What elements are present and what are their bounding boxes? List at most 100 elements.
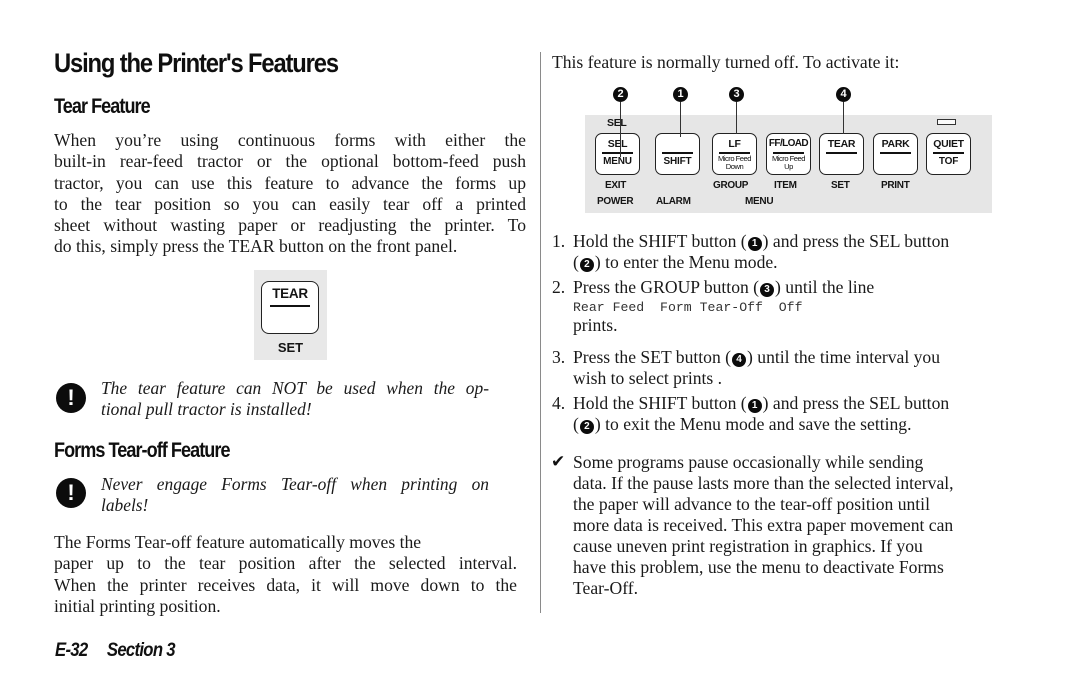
quiet-tof-key: QUIET TOF [926, 133, 971, 175]
step-2: 2. Press the GROUP button (3) until the … [552, 277, 1022, 341]
paragraph-line: to the tear position so you can easily t… [54, 193, 526, 214]
step-text: Press the GROUP button (3) until the lin… [573, 277, 874, 336]
ff-load-key: FF/LOAD Micro Feed Up [766, 133, 811, 175]
key-top-label: FF/LOAD [768, 138, 809, 149]
tip-line: more data is received. This extra paper … [573, 515, 954, 535]
page-footer: E-32 Section 3 [55, 640, 176, 662]
tear-button-illustration: TEAR SET [254, 270, 327, 360]
section-label: Section 3 [106, 640, 176, 661]
activation-intro: This feature is normally turned off. To … [552, 52, 900, 72]
park-key: PARK [873, 133, 918, 175]
group-label: GROUP [713, 180, 749, 191]
step-number: 1. [552, 231, 566, 251]
step-3: 3. Press the SET button (4) until the ti… [552, 347, 1022, 391]
tip-line: have this problem, use the menu to deact… [573, 557, 944, 577]
step-text-part: ) to enter the Menu mode. [594, 252, 778, 272]
item-label: ITEM [774, 180, 797, 191]
key-bar [662, 152, 693, 154]
step-number: 4. [552, 393, 566, 413]
tip-line: cause uneven print registration in graph… [573, 536, 923, 556]
step-text-part: ( [573, 252, 579, 272]
step-text-part: Press the GROUP button ( [573, 277, 760, 297]
step-text-part: prints. [573, 315, 618, 335]
key-top-label: QUIET [933, 138, 964, 150]
step-text-part: ) until the time interval you [747, 347, 941, 367]
callout-1-icon: 1 [673, 87, 688, 102]
callout-1-leader [680, 102, 681, 137]
step-text-part: ( [573, 414, 579, 434]
set-label: SET [831, 180, 850, 191]
step-text-part: ) and press the SEL button [762, 231, 950, 251]
shift-key: SHIFT [655, 133, 700, 175]
column-divider [540, 52, 541, 613]
tear-key-bar [270, 305, 310, 307]
key-bar [933, 152, 964, 154]
callout-1-icon: 1 [747, 399, 762, 413]
sel-indicator-label: SEL [607, 117, 627, 129]
key-small-line: Up [784, 162, 793, 171]
forms-tearoff-warning-note: Never engage Forms Tear-off when printin… [101, 474, 489, 516]
key-bottom-label: TOF [938, 156, 959, 167]
step-text-part: ) and press the SEL button [762, 393, 950, 413]
paragraph-line: do this, simply press the TEAR button on… [54, 236, 458, 257]
step-text-part: ) until the line [775, 277, 875, 297]
checkmark-icon: ✔ [551, 452, 566, 472]
tip-line: the paper will advance to the tear-off p… [573, 494, 930, 514]
note-line: Never engage Forms Tear-off when printin… [101, 474, 489, 494]
step-text-part: Hold the SHIFT button ( [573, 231, 747, 251]
page-number: E-32 [55, 640, 88, 661]
note-line: tional pull tractor is installed! [101, 399, 312, 419]
tear-key-label: TEAR [272, 286, 308, 301]
lf-key: LF Micro Feed Down [712, 133, 757, 175]
callout-4-icon: 4 [732, 353, 747, 367]
step-number: 3. [552, 347, 566, 367]
key-top-label: LF [728, 138, 741, 150]
key-bar [880, 152, 911, 154]
callout-3-icon: 3 [729, 87, 744, 102]
print-label: PRINT [881, 180, 910, 191]
page-title: Using the Printer's Features [54, 48, 339, 78]
step-text-part: Press the SET button ( [573, 347, 732, 367]
paragraph-line: When the printer receives data, it will … [54, 574, 517, 595]
exclamation-icon: ! [56, 478, 86, 508]
key-bottom-small: Micro Feed Down [713, 155, 756, 171]
key-bottom-label: MENU [603, 156, 632, 167]
alarm-label: ALARM [656, 196, 691, 207]
step-text-part: ) to exit the Menu mode and save the set… [594, 414, 912, 434]
exit-label: EXIT [605, 180, 627, 191]
note-line: The tear feature can NOT be used when th… [101, 378, 489, 398]
key-top-label: TEAR [827, 138, 856, 150]
exclamation-icon: ! [56, 383, 86, 413]
callout-2-icon: 2 [579, 420, 594, 434]
tip-line: data. If the pause lasts more than the s… [573, 473, 954, 493]
paragraph-line: paper up to the tear position after the … [54, 553, 517, 574]
step-1: 1. Hold the SHIFT button (1) and press t… [552, 231, 1022, 275]
callout-2-icon: 2 [579, 258, 594, 272]
step-4: 4. Hold the SHIFT button (1) and press t… [552, 393, 1022, 437]
paragraph-line: tractor, you can use this feature to adv… [54, 172, 526, 193]
tear-key: TEAR [261, 281, 319, 334]
step-text: Hold the SHIFT button (1) and press the … [573, 393, 949, 435]
power-label: POWER [597, 196, 634, 207]
key-top-label: PARK [881, 138, 910, 150]
forms-tearoff-heading: Forms Tear-off Feature [54, 439, 230, 462]
callout-3-icon: 3 [760, 283, 775, 297]
indicator-led [937, 119, 956, 125]
step-text: Hold the SHIFT button (1) and press the … [573, 231, 949, 273]
callout-1-icon: 1 [747, 237, 762, 251]
paragraph-line: initial printing position. [54, 595, 221, 616]
tip-note: Some programs pause occasionally while s… [573, 452, 1023, 599]
key-bottom-small: Micro Feed Up [767, 155, 810, 171]
callout-2-icon: 2 [613, 87, 628, 102]
tear-key: TEAR [819, 133, 864, 175]
callout-2-leader [620, 102, 621, 157]
step-text: Press the SET button (4) until the time … [573, 347, 940, 389]
paragraph-line: The Forms Tear-off feature automatically… [54, 532, 422, 552]
forms-tearoff-paragraph: The Forms Tear-off feature automatically… [54, 532, 517, 617]
tip-line: Some programs pause occasionally while s… [573, 452, 924, 472]
sel-menu-key: SEL MENU [595, 133, 640, 175]
tip-line: Tear-Off. [573, 578, 639, 598]
step-text-part: wish to select prints . [573, 368, 723, 388]
control-panel-diagram: SEL SEL MENU SHIFT LF Micro Feed Down FF… [585, 115, 992, 213]
step-number: 2. [552, 277, 566, 297]
